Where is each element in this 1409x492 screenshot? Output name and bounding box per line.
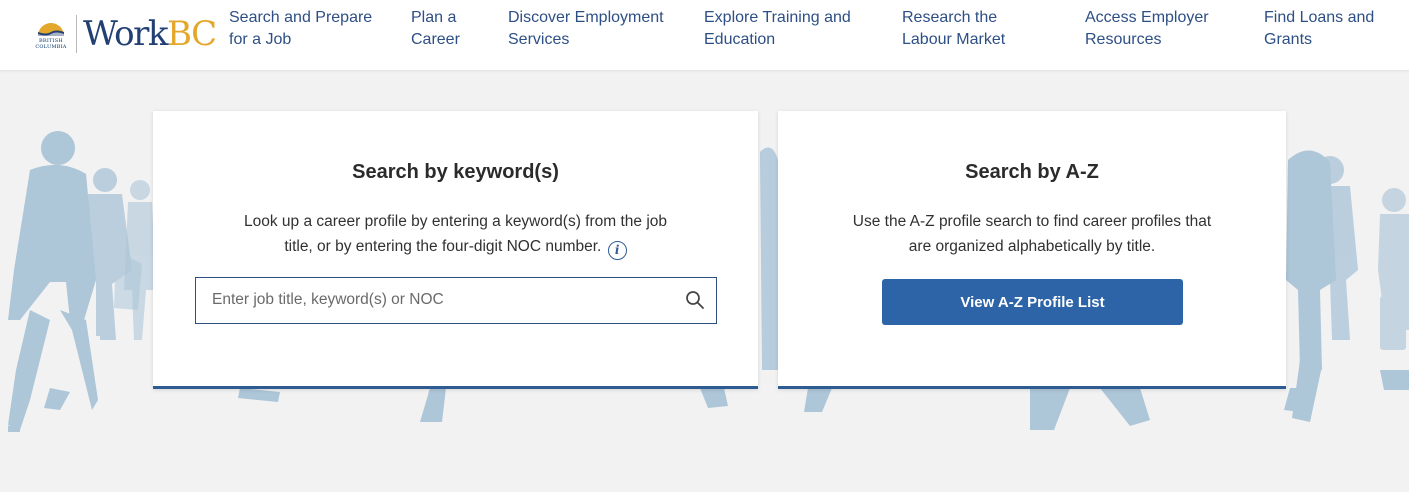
silhouette-feet [238,388,280,402]
nav-label-line2: Resources [1085,31,1162,48]
info-circle-icon[interactable]: i [607,241,627,260]
silhouette-feet [804,388,832,412]
keyword-card-title: Search by keyword(s) [352,161,559,183]
nav-label-line1: Search and Prepare [229,9,373,26]
nav-find-loans-and-grants[interactable]: Find Loans and Grants [1264,7,1374,51]
nav-explore-training-and-education[interactable]: Explore Training and Education [704,7,851,51]
page: BRITISH COLUMBIA WorkBC Search and Prepa… [0,0,1409,492]
silhouette-feet [420,388,446,422]
nav-discover-employment-services[interactable]: Discover Employment Services [508,7,664,51]
nav-label-line2: Labour Market [902,31,1006,48]
silhouette-feet [700,388,728,408]
az-desc-line1: Use the A-Z profile search to find caree… [852,213,1212,230]
nav-label-line2: Career [411,31,460,48]
keyword-desc-line1: Look up a career profile by entering a k… [243,213,668,230]
silhouette-feet [1100,388,1150,426]
az-card-description: Use the A-Z profile search to find caree… [808,209,1256,259]
site-header: BRITISH COLUMBIA WorkBC Search and Prepa… [0,0,1409,70]
nav-label-line2: Services [508,31,570,48]
nav-plan-a-career[interactable]: Plan a Career [411,7,460,51]
keyword-search-box [195,277,717,324]
nav-label-line1: Access Employer [1085,9,1209,26]
silhouette-feet [1030,388,1070,430]
silhouette-feet [8,426,20,432]
az-card-title: Search by A-Z [965,161,1099,183]
nav-research-the-labour-market[interactable]: Research the Labour Market [902,7,1005,51]
nav-label-line1: Research the [902,9,998,26]
keyword-desc-line2: title, or by entering the four-digit NOC… [284,238,602,255]
nav-search-and-prepare[interactable]: Search and Prepare for a Job [229,7,372,51]
silhouette-walker [8,131,98,430]
keyword-card-description: Look up a career profile by entering a k… [183,209,728,260]
az-desc-line2: are organized alphabetically by title. [908,238,1156,255]
silhouette-walker [760,147,778,370]
keyword-search-card: Search by keyword(s) Look up a career pr… [153,111,758,389]
main-navigation: Search and Prepare for a Job Plan a Care… [0,0,1409,70]
silhouette-feet [44,388,70,410]
silhouette-feet [1380,370,1409,390]
nav-access-employer-resources[interactable]: Access Employer Resources [1085,7,1209,51]
nav-label-line1: Discover Employment [508,9,664,26]
nav-label-line2: Grants [1264,31,1313,48]
silhouette-walker [124,180,156,340]
view-az-profile-list-button[interactable]: View A-Z Profile List [882,279,1183,325]
search-icon[interactable] [682,287,708,313]
nav-label-line1: Plan a [411,9,457,26]
nav-label-line1: Find Loans and [1264,9,1375,26]
nav-label-line1: Explore Training and [704,9,851,26]
nav-label-line2: for a Job [229,31,292,48]
keyword-search-input[interactable] [196,278,666,322]
az-search-card: Search by A-Z Use the A-Z profile search… [778,111,1286,389]
nav-label-line2: Education [704,31,776,48]
silhouette-walker [1378,188,1409,350]
